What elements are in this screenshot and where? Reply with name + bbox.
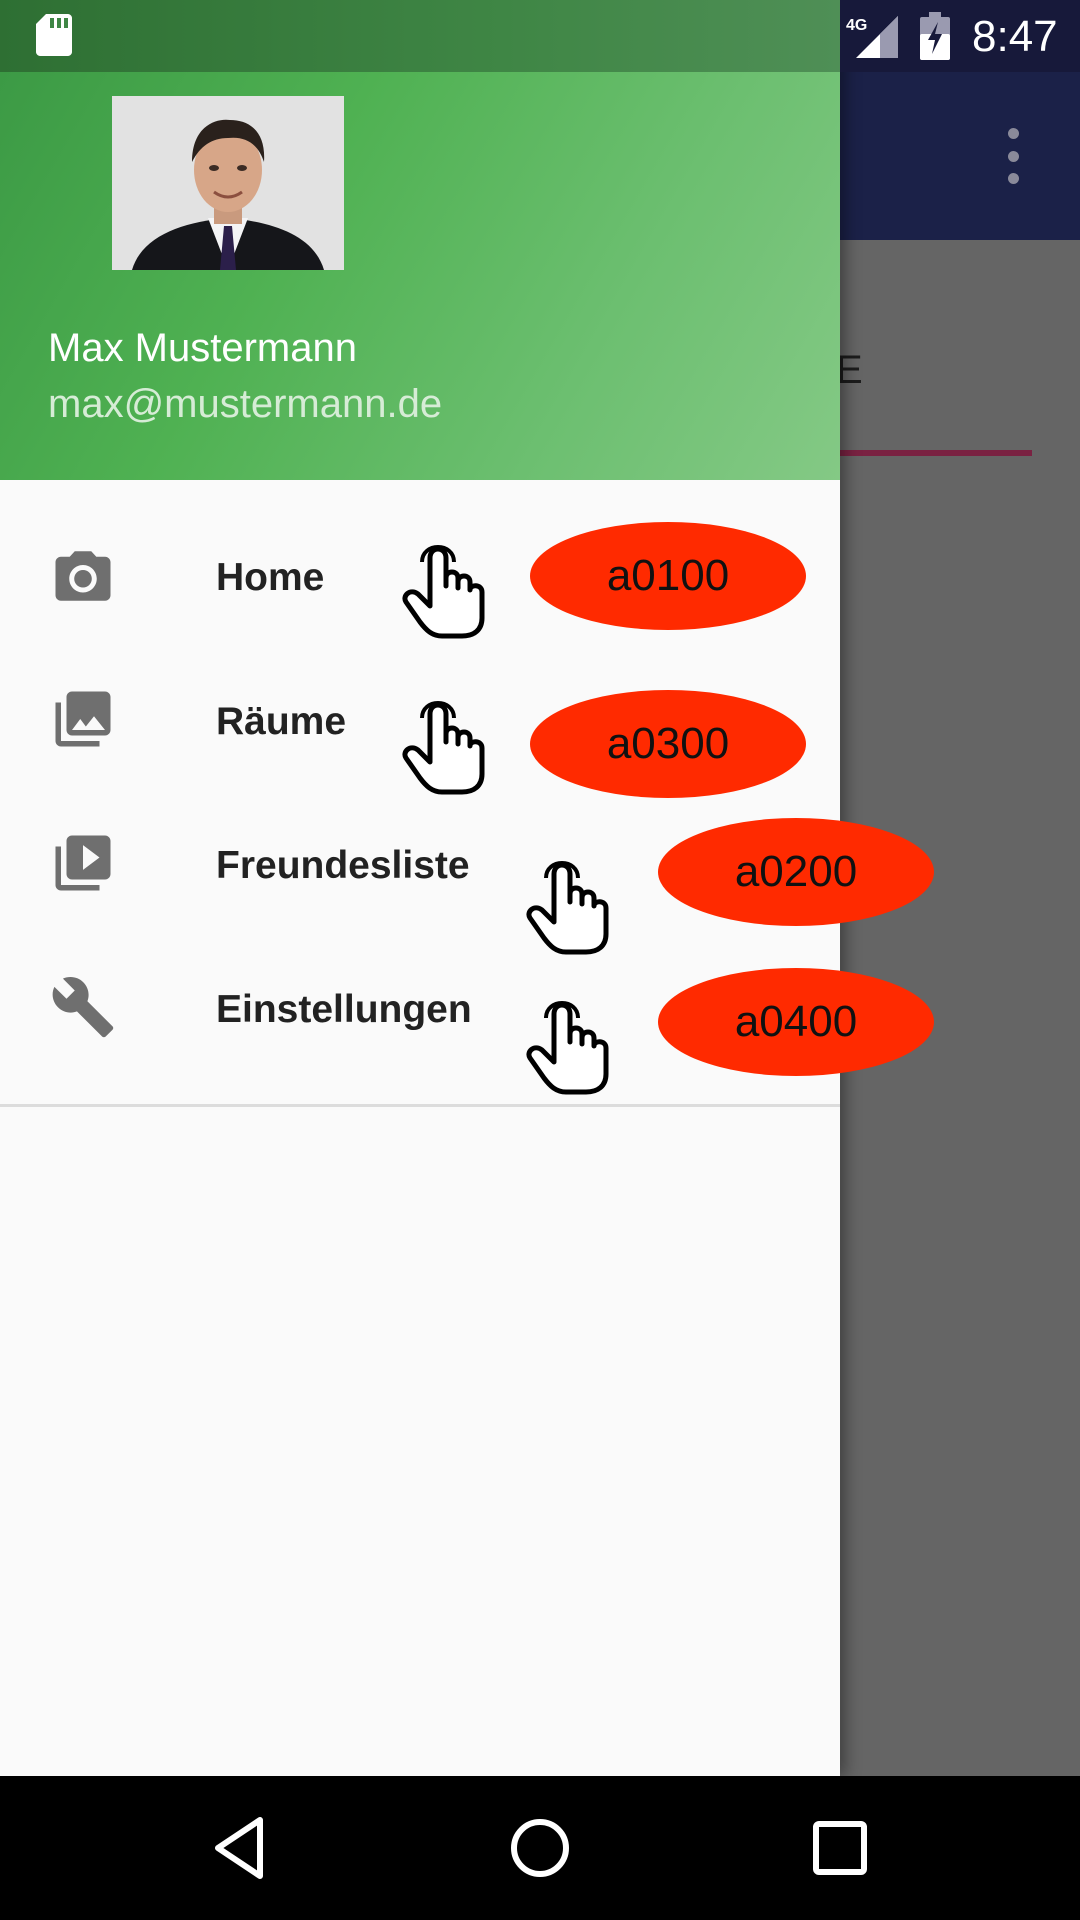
annotation-badge: a0100 (530, 522, 806, 630)
wrench-icon (50, 974, 116, 1040)
menu-item-label: Räume (216, 700, 347, 743)
back-icon[interactable] (198, 1806, 282, 1890)
battery-charging-icon (920, 12, 950, 60)
signal-4g-icon: 4G (846, 16, 898, 58)
hand-pointer-icon (526, 1001, 609, 1095)
menu-item-label: Home (216, 556, 325, 599)
status-bar: 4G 8:47 (0, 0, 1080, 72)
annotation-badge: a0400 (658, 968, 934, 1076)
home-icon[interactable] (498, 1806, 582, 1890)
avatar[interactable] (112, 96, 344, 270)
photo-library-icon (50, 686, 116, 752)
status-clock: 8:47 (972, 12, 1058, 61)
sd-card-icon (36, 14, 72, 56)
recents-icon[interactable] (798, 1806, 882, 1890)
menu-item-label: Einstellungen (216, 988, 472, 1031)
menu-item-label: Freundesliste (216, 844, 470, 887)
user-email: max@mustermann.de (48, 382, 443, 426)
video-library-icon (50, 830, 116, 896)
svg-text:4G: 4G (846, 17, 867, 34)
hand-pointer-icon (402, 545, 485, 639)
overflow-menu-icon[interactable] (998, 128, 1028, 184)
drawer-divider (0, 1104, 840, 1107)
navigation-bar (0, 1776, 1080, 1920)
camera-icon (50, 543, 116, 609)
user-name: Max Mustermann (48, 326, 357, 370)
annotation-badge: a0300 (530, 690, 806, 798)
hand-pointer-icon (402, 701, 485, 795)
background-tab-indicator (840, 450, 1032, 456)
background-tab-label: E (836, 348, 863, 392)
annotation-badge: a0200 (658, 818, 934, 926)
hand-pointer-icon (526, 861, 609, 955)
